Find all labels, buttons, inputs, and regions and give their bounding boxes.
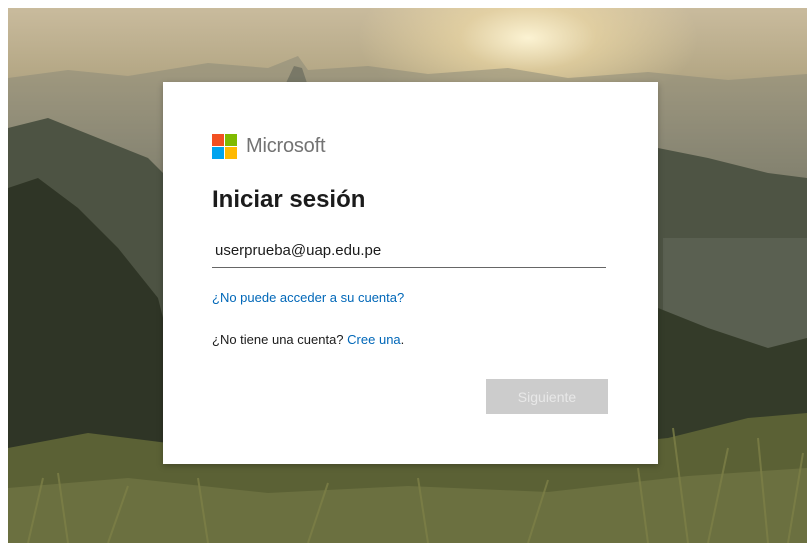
no-account-suffix: . — [400, 332, 405, 347]
next-button[interactable]: Siguiente — [486, 379, 608, 414]
no-account-text: ¿No tiene una cuenta? Cree una. — [212, 332, 404, 347]
brand-name: Microsoft — [246, 134, 326, 157]
microsoft-brand: Microsoft — [212, 133, 326, 159]
microsoft-logo-icon — [212, 133, 237, 159]
screen: Microsoft Iniciar sesión ¿No puede acced… — [0, 0, 807, 543]
create-account-link[interactable]: Cree una — [347, 332, 400, 347]
logo-square-red — [212, 133, 224, 146]
cant-access-account-link[interactable]: ¿No puede acceder a su cuenta? — [212, 290, 404, 305]
logo-square-yellow — [225, 146, 237, 159]
logo-square-blue — [212, 146, 224, 159]
email-field[interactable] — [212, 234, 606, 268]
logo-square-green — [225, 133, 237, 146]
signin-card: Microsoft Iniciar sesión ¿No puede acced… — [163, 82, 658, 464]
no-account-label: ¿No tiene una cuenta? — [212, 332, 344, 347]
page-title: Iniciar sesión — [212, 186, 366, 213]
